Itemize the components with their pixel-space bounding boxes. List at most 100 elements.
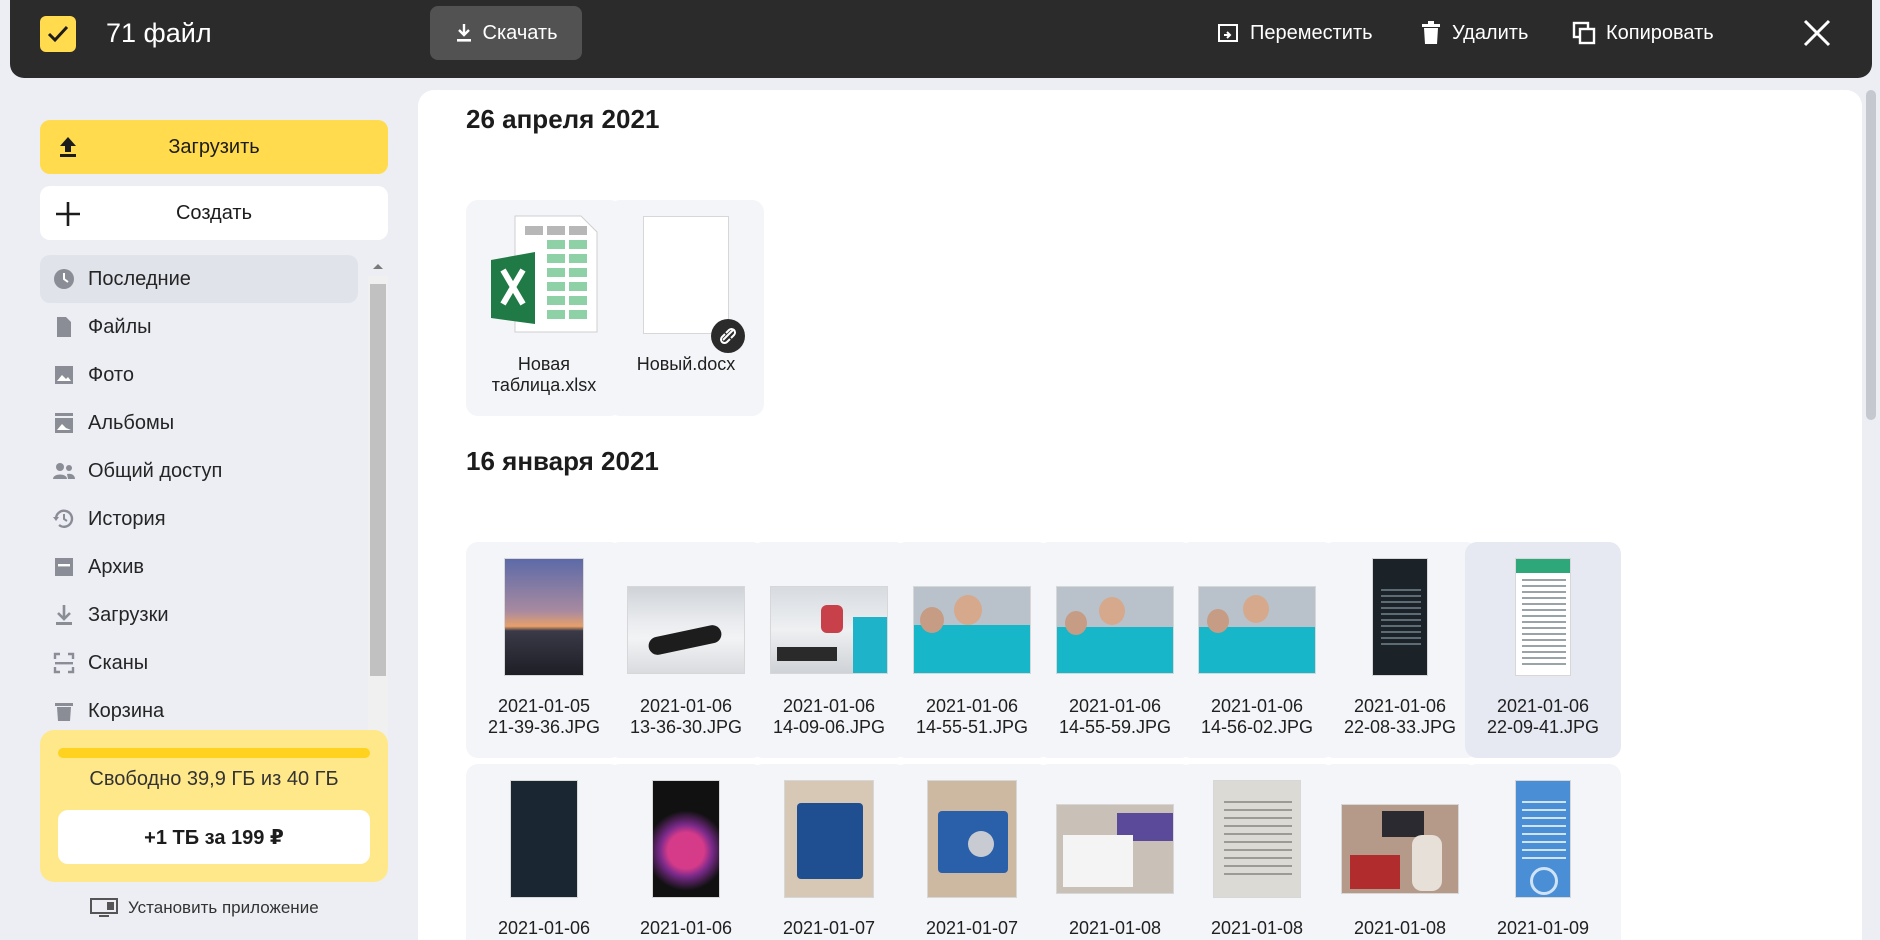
file-tile-xlsx[interactable]: Новая таблица.xlsx <box>466 200 622 416</box>
file-name-line1: 2021-01-07 <box>782 918 876 938</box>
storage-progress-bar <box>58 748 370 758</box>
file-icon <box>57 317 71 337</box>
file-name-line1: 2021-01-05 <box>497 696 591 716</box>
file-name-line2: 13-36-30.JPG <box>629 717 743 737</box>
file-name-line2: 14-55-51.JPG <box>915 717 1029 737</box>
sidebar-item-files[interactable]: Файлы <box>40 303 358 351</box>
album-icon <box>55 413 73 433</box>
photo-tile[interactable]: 2021-01-08 <box>1037 764 1193 940</box>
clock-icon <box>54 269 74 289</box>
photo-tile[interactable]: 2021-01-06 14-56-02.JPG <box>1179 542 1335 758</box>
move-label: Переместить <box>1250 21 1373 44</box>
photo-tile[interactable]: 2021-01-07 <box>894 764 1050 940</box>
photo-tile[interactable]: 2021-01-08 <box>1179 764 1335 940</box>
check-icon <box>47 25 69 43</box>
file-name-line1: 2021-01-07 <box>925 918 1019 938</box>
photo-tile[interactable]: 2021-01-06 13-36-30.JPG <box>608 542 764 758</box>
photo-thumbnail <box>1372 558 1428 676</box>
file-name-line1: 2021-01-06 <box>925 696 1019 716</box>
close-icon[interactable] <box>1802 18 1832 48</box>
upload-button[interactable]: Загрузить <box>40 120 388 174</box>
photo-tile[interactable]: 2021-01-05 21-39-36.JPG <box>466 542 622 758</box>
selection-toolbar: 71 файл Скачать Переместить Удалить Копи… <box>10 0 1872 78</box>
storage-panel: Свободно 39,9 ГБ из 40 ГБ +1 ТБ за 199 ₽ <box>40 730 388 882</box>
photo-thumbnail <box>510 780 578 898</box>
file-name: 2021-01-09 <box>1465 918 1621 939</box>
delete-label: Удалить <box>1452 21 1529 44</box>
desktop-app-icon <box>90 898 118 917</box>
file-name-line1: 2021-01-09 <box>1496 918 1590 938</box>
sidebar-item-trash[interactable]: Корзина <box>40 687 358 735</box>
photo-tile[interactable]: 2021-01-06 14-55-59.JPG <box>1037 542 1193 758</box>
select-all-checkbox[interactable] <box>40 16 76 52</box>
sidebar-item-shared[interactable]: Общий доступ <box>40 447 358 495</box>
photo-tile[interactable]: 2021-01-06 22-08-33.JPG <box>1322 542 1478 758</box>
file-name: 2021-01-06 14-09-06.JPG <box>751 696 907 738</box>
photo-tile[interactable]: 2021-01-06 14-55-51.JPG <box>894 542 1050 758</box>
buy-storage-button[interactable]: +1 ТБ за 199 ₽ <box>58 810 370 864</box>
file-name-line2: 22-08-33.JPG <box>1343 717 1457 737</box>
sidebar-item-label: Общий доступ <box>88 459 223 482</box>
main-scrollbar[interactable] <box>1862 90 1880 940</box>
file-name-line2: 14-09-06.JPG <box>772 717 886 737</box>
sidebar-item-label: Фото <box>88 363 134 386</box>
file-name: 2021-01-05 21-39-36.JPG <box>466 696 622 738</box>
photo-tile[interactable]: 2021-01-07 <box>751 764 907 940</box>
photo-tile[interactable]: 2021-01-06 22-09-41.JPG <box>1465 542 1621 758</box>
copy-button[interactable]: Копировать <box>1572 0 1714 66</box>
delete-button[interactable]: Удалить <box>1420 0 1528 66</box>
sidebar-item-history[interactable]: История <box>40 495 358 543</box>
photo-thumbnail <box>504 558 584 676</box>
file-name: 2021-01-08 <box>1322 918 1478 939</box>
file-name-line2: 14-56-02.JPG <box>1200 717 1314 737</box>
sidebar-item-photo[interactable]: Фото <box>40 351 358 399</box>
photo-tile[interactable]: 2021-01-06 <box>608 764 764 940</box>
photo-tile[interactable]: 2021-01-06 <box>466 764 622 940</box>
scroll-up-icon[interactable] <box>368 258 388 274</box>
move-button[interactable]: Переместить <box>1216 0 1373 66</box>
install-app-link[interactable]: Установить приложение <box>90 898 319 918</box>
file-name-line1: 2021-01-06 <box>782 696 876 716</box>
photo-thumbnail <box>927 780 1017 898</box>
photo-tile[interactable]: 2021-01-06 14-09-06.JPG <box>751 542 907 758</box>
trash-icon <box>55 703 73 721</box>
photo-thumbnail <box>627 586 745 674</box>
file-name-line1: 2021-01-06 <box>1353 696 1447 716</box>
date-heading: 26 апреля 2021 <box>466 104 660 134</box>
storage-text: Свободно 39,9 ГБ из 40 ГБ <box>89 768 339 790</box>
photo-tile[interactable]: 2021-01-08 <box>1322 764 1478 940</box>
file-name-line1: 2021-01-06 <box>497 918 591 938</box>
sidebar-item-archive[interactable]: Архив <box>40 543 358 591</box>
sidebar-item-label: История <box>88 507 166 530</box>
copy-label: Копировать <box>1606 21 1714 44</box>
file-name-line1: Новый.docx <box>636 354 736 374</box>
photo-tile[interactable]: 2021-01-09 <box>1465 764 1621 940</box>
file-name: 2021-01-06 22-09-41.JPG <box>1465 696 1621 738</box>
download-button[interactable]: Скачать <box>430 6 582 60</box>
create-button[interactable]: Создать <box>40 186 388 240</box>
sidebar-item-scans[interactable]: Сканы <box>40 639 358 687</box>
download-icon <box>456 24 471 42</box>
scrollbar-thumb[interactable] <box>370 284 386 676</box>
file-name: 2021-01-07 <box>751 918 907 939</box>
date-heading: 16 января 2021 <box>466 446 659 476</box>
file-name-line2: 22-09-41.JPG <box>1486 717 1600 737</box>
photo-thumbnail <box>1198 586 1316 674</box>
main-scrollbar-thumb[interactable] <box>1866 90 1876 420</box>
create-label: Создать <box>175 201 252 224</box>
sidebar-item-label: Сканы <box>88 651 149 674</box>
sidebar-item-albums[interactable]: Альбомы <box>40 399 358 447</box>
sidebar-item-downloads[interactable]: Загрузки <box>40 591 358 639</box>
file-name: 2021-01-07 <box>894 918 1050 939</box>
upload-icon <box>60 137 76 157</box>
file-name: 2021-01-08 <box>1037 918 1193 939</box>
file-name-line1: 2021-01-08 <box>1210 918 1304 938</box>
sidebar-item-label: Альбомы <box>88 411 175 434</box>
file-name-line2: 14-55-59.JPG <box>1058 717 1172 737</box>
photo-thumbnail <box>1515 558 1571 676</box>
sidebar-item-recent[interactable]: Последние <box>40 255 358 303</box>
photo-thumbnail <box>784 780 874 898</box>
file-name-line1: 2021-01-06 <box>1068 696 1162 716</box>
file-tile-docx[interactable]: Новый.docx <box>608 200 764 416</box>
download-label: Скачать <box>482 21 558 44</box>
